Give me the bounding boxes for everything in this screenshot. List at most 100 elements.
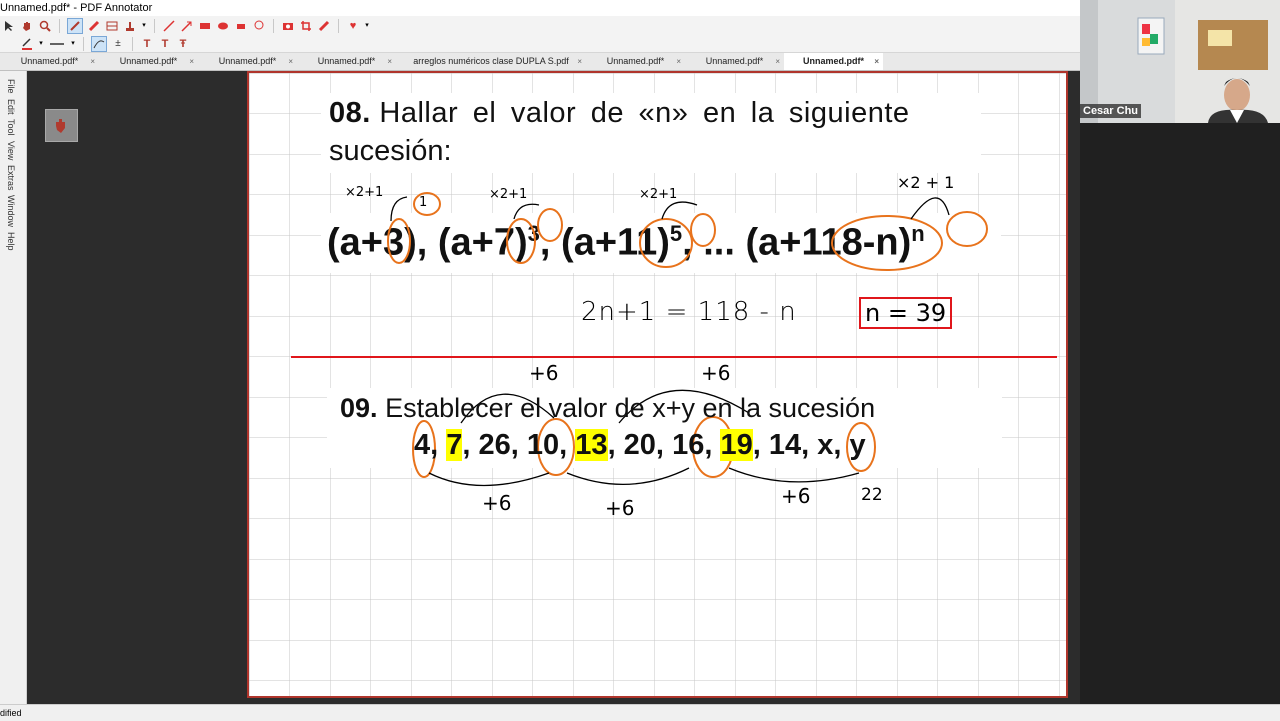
annotation-bottom-3: +6 bbox=[781, 484, 811, 508]
text-insert-icon[interactable]: T bbox=[140, 37, 154, 51]
q08-exp-n: n bbox=[911, 221, 925, 246]
q09-seq-token: , 26, bbox=[462, 429, 527, 461]
q09-seq-token: x bbox=[817, 429, 834, 461]
tab-document[interactable]: Unnamed.pdf* × bbox=[0, 53, 99, 70]
window-title: Unnamed.pdf* - PDF Annotator bbox=[0, 0, 1080, 16]
text-underline-icon[interactable]: ± bbox=[111, 37, 125, 51]
text-strikethrough-icon[interactable]: T bbox=[158, 37, 172, 51]
q09-seq-token: 4 bbox=[414, 429, 431, 461]
q08-term-1: (a+3), bbox=[327, 221, 428, 264]
line-icon[interactable] bbox=[162, 19, 176, 33]
close-icon[interactable]: × bbox=[577, 53, 582, 70]
menu-help[interactable]: Help bbox=[6, 232, 16, 251]
hand-icon bbox=[55, 118, 65, 133]
zoom-icon[interactable] bbox=[38, 19, 52, 33]
toolbar: ▾ ♥ ▾ ▾ ▾ ± T T Ŧ bbox=[0, 16, 1080, 53]
annotation-top-1: +6 bbox=[529, 361, 559, 385]
menu-window[interactable]: Window bbox=[6, 195, 16, 227]
annotation-rule-1: ×2+1 bbox=[345, 185, 384, 200]
table-icon[interactable] bbox=[105, 19, 119, 33]
sticker-thumbnail[interactable] bbox=[45, 109, 78, 142]
side-menu: File Edit Tool View Extras Window Help bbox=[0, 71, 27, 704]
chevron-down-icon[interactable]: ▾ bbox=[38, 37, 44, 51]
annotation-answer: n = 39 bbox=[859, 297, 953, 329]
status-bar: dified bbox=[0, 704, 1280, 721]
tab-document[interactable]: Unnamed.pdf* × bbox=[99, 53, 198, 70]
tab-document[interactable]: arreglos numéricos clase DUPLA S.pdf × bbox=[396, 53, 586, 70]
tab-document[interactable]: Unnamed.pdf* × bbox=[685, 53, 784, 70]
q09-seq-token: , 20, bbox=[607, 429, 673, 461]
ellipse-icon[interactable] bbox=[216, 19, 230, 33]
text-replace-icon[interactable]: Ŧ bbox=[176, 37, 190, 51]
annotation-rule-2: ×2+1 bbox=[489, 187, 528, 202]
q08-term-2: (a+7) bbox=[437, 221, 528, 264]
pen-icon[interactable] bbox=[67, 17, 83, 34]
rectangle-icon[interactable] bbox=[198, 19, 212, 33]
lasso-icon[interactable] bbox=[252, 19, 266, 33]
annotation-rule-3: ×2+1 bbox=[639, 187, 678, 202]
q08-term-n: (a+118-n) bbox=[745, 221, 912, 264]
eraser-icon[interactable] bbox=[234, 19, 248, 33]
hand-icon[interactable] bbox=[20, 19, 34, 33]
menu-extras[interactable]: Extras bbox=[6, 165, 16, 191]
close-icon[interactable]: × bbox=[90, 53, 95, 70]
close-icon[interactable]: × bbox=[189, 53, 194, 70]
menu-view[interactable]: View bbox=[6, 141, 16, 160]
tab-document-active[interactable]: Unnamed.pdf* × bbox=[784, 53, 883, 70]
close-icon[interactable]: × bbox=[874, 53, 879, 70]
close-icon[interactable]: × bbox=[775, 53, 780, 70]
q09-seq-token: , bbox=[559, 429, 576, 461]
annotation-22: 22 bbox=[861, 485, 883, 505]
stamp-icon[interactable] bbox=[123, 19, 137, 33]
q08-line1: 08. Hallar el valor de «n» en la siguien… bbox=[329, 97, 910, 129]
tab-document[interactable]: Unnamed.pdf* × bbox=[198, 53, 297, 70]
menu-edit[interactable]: Edit bbox=[6, 99, 16, 115]
annotation-top-2: +6 bbox=[701, 361, 731, 385]
q09-seq-token: 16 bbox=[672, 429, 705, 461]
annotation-circle-1: 1 bbox=[419, 195, 428, 210]
cursor-icon[interactable] bbox=[2, 19, 16, 33]
tab-document[interactable]: Unnamed.pdf* × bbox=[586, 53, 685, 70]
q09-seq-token: 10 bbox=[526, 429, 560, 461]
right-panel bbox=[1080, 123, 1280, 720]
q09-seq-token: 13 bbox=[575, 429, 608, 461]
q09-seq-token: , bbox=[704, 429, 721, 461]
q09-seq-token: , 14, bbox=[752, 429, 818, 461]
close-icon[interactable]: × bbox=[676, 53, 681, 70]
crop-icon[interactable] bbox=[299, 19, 313, 33]
chevron-down-icon[interactable]: ▾ bbox=[141, 19, 147, 33]
q09-seq-token: 7 bbox=[446, 429, 463, 461]
toolbar-row-2: ▾ ▾ ± T T Ŧ bbox=[0, 35, 190, 52]
color-pen-icon[interactable] bbox=[20, 37, 34, 51]
document-tabs: Unnamed.pdf* × Unnamed.pdf* × Unnamed.pdf*… bbox=[0, 53, 1080, 71]
highlighter-icon[interactable] bbox=[87, 19, 101, 33]
close-icon[interactable]: × bbox=[288, 53, 293, 70]
ruler-icon[interactable] bbox=[317, 19, 331, 33]
heart-icon[interactable]: ♥ bbox=[346, 19, 360, 33]
tab-document[interactable]: Unnamed.pdf* × bbox=[297, 53, 396, 70]
q09-seq-token: 19 bbox=[720, 429, 753, 461]
annotation-bottom-1: +6 bbox=[482, 491, 512, 515]
menu-tool[interactable]: Tool bbox=[6, 119, 16, 136]
q09-seq-token: , bbox=[430, 429, 447, 461]
annotation-equation: 2n+1 = 118 - n bbox=[581, 297, 797, 327]
q08-term-3: (a+11) bbox=[561, 221, 670, 264]
annotation-bottom-2: +6 bbox=[605, 496, 635, 520]
menu-file[interactable]: File bbox=[6, 79, 16, 94]
camera-icon[interactable] bbox=[281, 19, 295, 33]
q09-sequence: 4, 7, 26, 10, 13, 20, 16, 19, 14, x, y bbox=[414, 429, 866, 462]
q09-line1: 09. Establecer el valor de x+y en la suc… bbox=[340, 393, 876, 423]
close-icon[interactable]: × bbox=[387, 53, 392, 70]
pdf-page[interactable]: 08. Hallar el valor de «n» en la siguien… bbox=[247, 71, 1068, 698]
arrow-icon[interactable] bbox=[180, 19, 194, 33]
q08-exp-2: 3 bbox=[527, 221, 540, 246]
chevron-down-icon[interactable]: ▾ bbox=[364, 19, 370, 33]
line-style-icon[interactable] bbox=[48, 37, 66, 51]
video-tile[interactable]: Cesar Chu bbox=[1080, 0, 1280, 123]
smooth-icon[interactable] bbox=[91, 35, 107, 52]
participant-name: Cesar Chu bbox=[1080, 104, 1142, 118]
toolbar-row-1: ▾ ♥ ▾ bbox=[0, 17, 370, 34]
chevron-down-icon[interactable]: ▾ bbox=[70, 37, 76, 51]
q08-sequence: (a+3), (a+7)3, (a+11)5, ... (a+118-n)n bbox=[327, 221, 925, 264]
q09-seq-token: , y bbox=[833, 429, 866, 461]
